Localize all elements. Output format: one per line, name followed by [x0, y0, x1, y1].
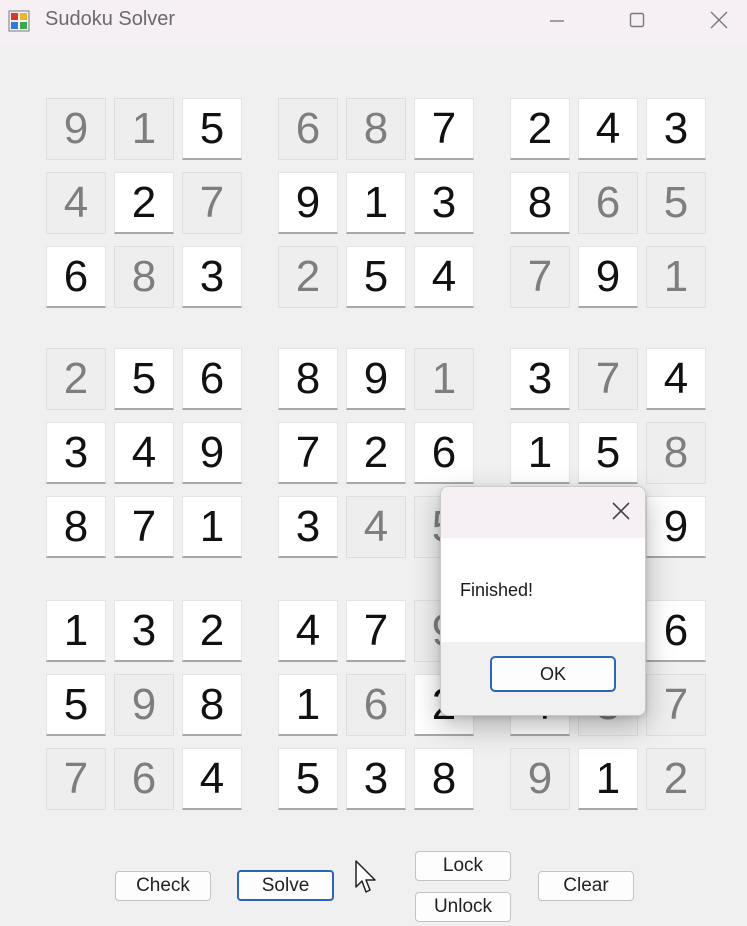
sudoku-solver-window: Sudoku Solver 91568724342791386568325479…	[0, 0, 747, 926]
sudoku-cell-r1-c6[interactable]: 7	[414, 98, 474, 160]
sudoku-cell-r9-c6[interactable]: 8	[414, 748, 474, 810]
maximize-icon	[629, 12, 645, 28]
ok-button[interactable]: OK	[490, 656, 616, 692]
sudoku-cell-r8-c5[interactable]: 6	[346, 674, 406, 736]
maximize-button[interactable]	[605, 0, 669, 40]
sudoku-cell-r6-c5[interactable]: 4	[346, 496, 406, 558]
sudoku-cell-r9-c5[interactable]: 3	[346, 748, 406, 810]
finished-dialog: Finished! OK	[440, 486, 646, 716]
sudoku-cell-r4-c8[interactable]: 7	[578, 348, 638, 410]
app-icon	[8, 10, 30, 32]
sudoku-cell-r5-c4[interactable]: 7	[278, 422, 338, 484]
sudoku-cell-r3-c1[interactable]: 6	[46, 246, 106, 308]
sudoku-cell-r7-c3[interactable]: 2	[182, 600, 242, 662]
sudoku-cell-r2-c3[interactable]: 7	[182, 172, 242, 234]
sudoku-cell-r1-c4[interactable]: 6	[278, 98, 338, 160]
lock-button[interactable]: Lock	[415, 851, 511, 881]
sudoku-cell-r9-c8[interactable]: 1	[578, 748, 638, 810]
sudoku-cell-r8-c2[interactable]: 9	[114, 674, 174, 736]
sudoku-cell-r3-c7[interactable]: 7	[510, 246, 570, 308]
sudoku-cell-r8-c9[interactable]: 7	[646, 674, 706, 736]
sudoku-cell-r1-c8[interactable]: 4	[578, 98, 638, 160]
sudoku-cell-r1-c2[interactable]: 1	[114, 98, 174, 160]
sudoku-cell-r3-c8[interactable]: 9	[578, 246, 638, 308]
sudoku-cell-r4-c2[interactable]: 5	[114, 348, 174, 410]
sudoku-cell-r3-c6[interactable]: 4	[414, 246, 474, 308]
sudoku-cell-r8-c4[interactable]: 1	[278, 674, 338, 736]
sudoku-cell-r4-c4[interactable]: 8	[278, 348, 338, 410]
sudoku-cell-r2-c6[interactable]: 3	[414, 172, 474, 234]
sudoku-cell-r6-c9[interactable]: 9	[646, 496, 706, 558]
sudoku-cell-r3-c2[interactable]: 8	[114, 246, 174, 308]
sudoku-cell-r9-c3[interactable]: 4	[182, 748, 242, 810]
dialog-title-bar	[441, 487, 645, 538]
close-button[interactable]	[687, 0, 747, 40]
sudoku-cell-r3-c5[interactable]: 5	[346, 246, 406, 308]
sudoku-cell-r7-c1[interactable]: 1	[46, 600, 106, 662]
sudoku-cell-r4-c1[interactable]: 2	[46, 348, 106, 410]
window-title: Sudoku Solver	[45, 8, 176, 30]
sudoku-cell-r9-c7[interactable]: 9	[510, 748, 570, 810]
sudoku-cell-r4-c5[interactable]: 9	[346, 348, 406, 410]
sudoku-cell-r5-c7[interactable]: 1	[510, 422, 570, 484]
sudoku-cell-r3-c9[interactable]: 1	[646, 246, 706, 308]
sudoku-cell-r5-c8[interactable]: 5	[578, 422, 638, 484]
sudoku-cell-r2-c1[interactable]: 4	[46, 172, 106, 234]
close-icon	[612, 502, 630, 520]
close-icon	[710, 11, 728, 29]
sudoku-cell-r5-c5[interactable]: 2	[346, 422, 406, 484]
sudoku-cell-r4-c6[interactable]: 1	[414, 348, 474, 410]
sudoku-cell-r7-c9[interactable]: 6	[646, 600, 706, 662]
unlock-button[interactable]: Unlock	[415, 892, 511, 922]
sudoku-cell-r1-c1[interactable]: 9	[46, 98, 106, 160]
sudoku-cell-r6-c1[interactable]: 8	[46, 496, 106, 558]
sudoku-cell-r8-c1[interactable]: 5	[46, 674, 106, 736]
sudoku-cell-r3-c4[interactable]: 2	[278, 246, 338, 308]
sudoku-cell-r5-c6[interactable]: 6	[414, 422, 474, 484]
sudoku-cell-r4-c9[interactable]: 4	[646, 348, 706, 410]
sudoku-cell-r6-c2[interactable]: 7	[114, 496, 174, 558]
sudoku-cell-r1-c3[interactable]: 5	[182, 98, 242, 160]
sudoku-cell-r1-c5[interactable]: 8	[346, 98, 406, 160]
sudoku-cell-r7-c5[interactable]: 7	[346, 600, 406, 662]
sudoku-cell-r2-c2[interactable]: 2	[114, 172, 174, 234]
sudoku-cell-r5-c2[interactable]: 4	[114, 422, 174, 484]
minimize-button[interactable]	[525, 0, 589, 40]
sudoku-cell-r5-c3[interactable]: 9	[182, 422, 242, 484]
sudoku-cell-r5-c9[interactable]: 8	[646, 422, 706, 484]
sudoku-cell-r7-c4[interactable]: 4	[278, 600, 338, 662]
sudoku-cell-r2-c8[interactable]: 6	[578, 172, 638, 234]
sudoku-cell-r8-c3[interactable]: 8	[182, 674, 242, 736]
solve-button[interactable]: Solve	[237, 870, 334, 901]
sudoku-cell-r7-c2[interactable]: 3	[114, 600, 174, 662]
sudoku-cell-r3-c3[interactable]: 3	[182, 246, 242, 308]
sudoku-cell-r4-c7[interactable]: 3	[510, 348, 570, 410]
mouse-cursor-icon	[355, 860, 376, 893]
title-bar: Sudoku Solver	[0, 0, 747, 46]
sudoku-cell-r9-c1[interactable]: 7	[46, 748, 106, 810]
sudoku-cell-r2-c4[interactable]: 9	[278, 172, 338, 234]
sudoku-cell-r9-c2[interactable]: 6	[114, 748, 174, 810]
sudoku-cell-r2-c7[interactable]: 8	[510, 172, 570, 234]
sudoku-cell-r4-c3[interactable]: 6	[182, 348, 242, 410]
check-button[interactable]: Check	[115, 871, 211, 901]
clear-button[interactable]: Clear	[538, 871, 634, 901]
sudoku-cell-r9-c4[interactable]: 5	[278, 748, 338, 810]
sudoku-cell-r1-c7[interactable]: 2	[510, 98, 570, 160]
minimize-icon	[550, 20, 564, 22]
sudoku-cell-r2-c5[interactable]: 1	[346, 172, 406, 234]
sudoku-cell-r2-c9[interactable]: 5	[646, 172, 706, 234]
dialog-close-button[interactable]	[607, 497, 635, 525]
sudoku-cell-r5-c1[interactable]: 3	[46, 422, 106, 484]
sudoku-cell-r6-c4[interactable]: 3	[278, 496, 338, 558]
dialog-footer: OK	[441, 642, 645, 715]
sudoku-cell-r9-c9[interactable]: 2	[646, 748, 706, 810]
dialog-message: Finished!	[460, 580, 534, 600]
sudoku-cell-r1-c9[interactable]: 3	[646, 98, 706, 160]
sudoku-cell-r6-c3[interactable]: 1	[182, 496, 242, 558]
